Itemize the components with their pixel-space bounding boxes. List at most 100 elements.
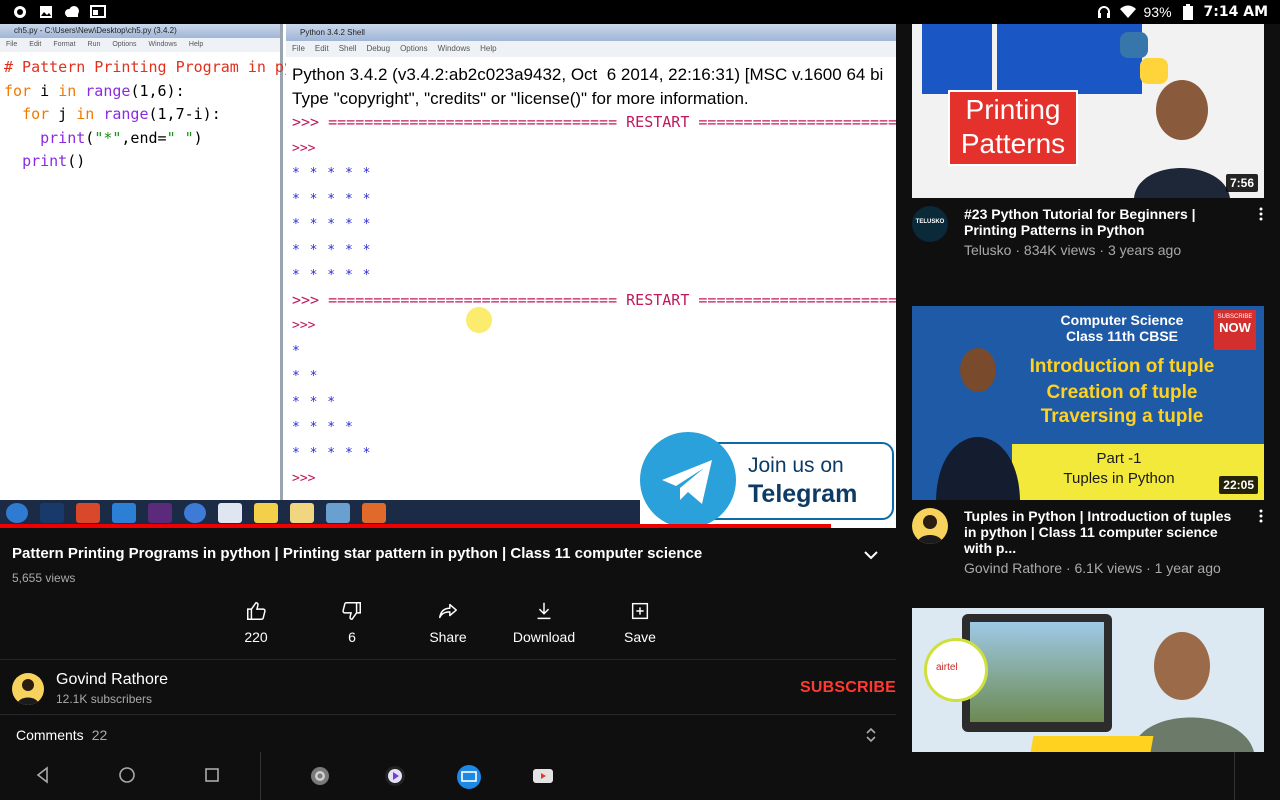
system-nav-bar <box>0 752 896 800</box>
video-progress-fill <box>0 524 831 528</box>
video-player-app-icon[interactable] <box>383 764 405 786</box>
idle-editor-window: ch5.py - C:\Users\New\Desktop\ch5.py (3.… <box>0 24 321 524</box>
video-thumbnail[interactable]: airtel <box>912 608 1264 752</box>
avatar-text: TELUSKO <box>915 219 945 225</box>
dislike-button[interactable]: 6 <box>304 600 400 645</box>
save-icon <box>631 602 649 620</box>
nav-separator <box>1234 752 1235 800</box>
video-title[interactable]: Pattern Printing Programs in python | Pr… <box>12 545 852 562</box>
more-options-icon[interactable] <box>1258 206 1264 222</box>
premiere-icon <box>148 503 172 523</box>
recommended-video-card[interactable]: airtel <box>912 608 1264 752</box>
channel-avatar[interactable] <box>912 508 948 544</box>
cast-icon <box>90 4 106 20</box>
settings-icon[interactable] <box>308 764 330 786</box>
share-button[interactable]: Share <box>400 600 496 645</box>
comments-header[interactable]: Comments 22 <box>16 727 107 743</box>
video-thumbnail[interactable]: Printing Patterns 7:56 <box>912 24 1264 198</box>
app-icon <box>12 4 28 20</box>
thumbnail-part-sub: Tuples in Python <box>1063 470 1175 487</box>
recommended-video-title[interactable]: #23 Python Tutorial for Beginners | Prin… <box>964 206 1244 238</box>
recommended-video-title[interactable]: Tuples in Python | Introduction of tuple… <box>964 508 1244 556</box>
dislike-count: 6 <box>348 629 356 645</box>
thumbnail-heading-2: Class 11th CBSE <box>1065 328 1179 344</box>
windows-taskbar <box>0 500 640 526</box>
nav-separator <box>260 752 261 800</box>
folder-icon <box>290 503 314 523</box>
video-player[interactable]: ch5.py - C:\Users\New\Desktop\ch5.py (3.… <box>0 24 896 528</box>
telegram-banner[interactable]: Join us on Telegram <box>640 432 894 528</box>
divider <box>0 659 896 660</box>
home-icon[interactable] <box>116 764 138 786</box>
status-bar: 93% 7:14 AM <box>0 0 1280 24</box>
chrome-icon <box>76 503 100 523</box>
like-count: 220 <box>244 629 268 645</box>
clock: 7:14 AM <box>1203 4 1268 20</box>
like-icon <box>247 602 266 620</box>
python-icon <box>254 503 278 523</box>
recommended-video-meta: Govind Rathore · 6.1K views · 1 year ago <box>964 560 1221 576</box>
action-row: 220 6 Share Download Save <box>208 600 688 645</box>
airtel-logo-text: airtel <box>936 662 958 673</box>
screen-cast-app-icon[interactable] <box>456 764 481 789</box>
channel-avatar[interactable]: TELUSKO <box>912 206 948 242</box>
thumbnail-part: Part -1 <box>1096 450 1142 467</box>
divider <box>0 714 896 715</box>
telegram-icon <box>640 432 736 528</box>
recorder-icon <box>362 503 386 523</box>
channel-name[interactable]: Govind Rathore <box>56 671 168 689</box>
thumbnail-heading-1: Computer Science <box>1060 312 1184 328</box>
battery-icon <box>1180 4 1196 20</box>
code-comment: # Pattern Printing Program in pytho <box>4 58 321 76</box>
presenter-image <box>932 336 1022 500</box>
thumbnail-topic-1: Introduction of tuple <box>1029 356 1215 377</box>
channel-row[interactable]: Govind Rathore 12.1K subscribers <box>12 671 168 706</box>
shell-menu: File Edit Shell Debug Options Windows Help <box>286 41 896 57</box>
comments-count: 22 <box>91 727 108 743</box>
wifi-icon <box>1119 4 1136 20</box>
telegram-line2: Telegram <box>748 480 858 508</box>
expand-comments-icon[interactable] <box>864 726 878 744</box>
start-icon <box>6 503 28 523</box>
mouse-cursor-highlight <box>466 307 492 333</box>
more-options-icon[interactable] <box>1258 508 1264 524</box>
video-thumbnail[interactable]: Computer Science Class 11th CBSE SUBSCRI… <box>912 306 1264 500</box>
ie-icon <box>112 503 136 523</box>
back-icon[interactable] <box>32 764 54 786</box>
video-progress-bar[interactable] <box>0 524 896 528</box>
telegram-line1: Join us on <box>748 454 844 477</box>
youtube-app-icon[interactable] <box>531 764 553 786</box>
subscribe-now-badge: SUBSCRIBE NOW <box>1214 310 1256 350</box>
battery-percent: 93% <box>1143 4 1172 20</box>
cloud-icon <box>64 4 80 20</box>
share-icon <box>439 603 457 619</box>
save-label: Save <box>624 629 656 645</box>
channel-avatar[interactable] <box>12 672 44 705</box>
comments-label: Comments <box>16 727 84 743</box>
download-icon <box>537 602 551 620</box>
recents-icon[interactable] <box>201 764 223 786</box>
recommended-video-card[interactable]: Printing Patterns 7:56 TELUSKO #23 Pytho… <box>912 24 1264 258</box>
subscribe-button[interactable]: SUBSCRIBE <box>800 679 896 697</box>
download-label: Download <box>512 629 576 645</box>
recommended-video-meta: Telusko · 834K views · 3 years ago <box>964 242 1182 258</box>
video-duration: 22:05 <box>1219 476 1258 494</box>
photoshop-icon <box>40 503 64 523</box>
expand-description-icon[interactable] <box>862 546 880 564</box>
presenter-image <box>1124 68 1236 198</box>
channel-subscribers: 12.1K subscribers <box>56 692 153 706</box>
download-button[interactable]: Download <box>496 600 592 645</box>
video-duration: 7:56 <box>1225 174 1258 192</box>
like-button[interactable]: 220 <box>208 600 304 645</box>
save-button[interactable]: Save <box>592 600 688 645</box>
dislike-icon <box>342 602 361 620</box>
idle-window-title: ch5.py - C:\Users\New\Desktop\ch5.py (3.… <box>0 24 280 38</box>
recommended-video-card[interactable]: Computer Science Class 11th CBSE SUBSCRI… <box>912 306 1264 576</box>
presenter-image <box>1122 614 1264 752</box>
notepad-icon <box>218 503 242 523</box>
gallery-icon <box>38 4 54 20</box>
view-count: 5,655 views <box>12 571 76 585</box>
headphones-icon <box>1096 4 1112 20</box>
shell-output: Python 3.4.2 (v3.4.2:ab2c023a9432, Oct 6… <box>292 65 896 486</box>
thumbnail-topic-3: Traversing a tuple <box>1040 406 1204 427</box>
